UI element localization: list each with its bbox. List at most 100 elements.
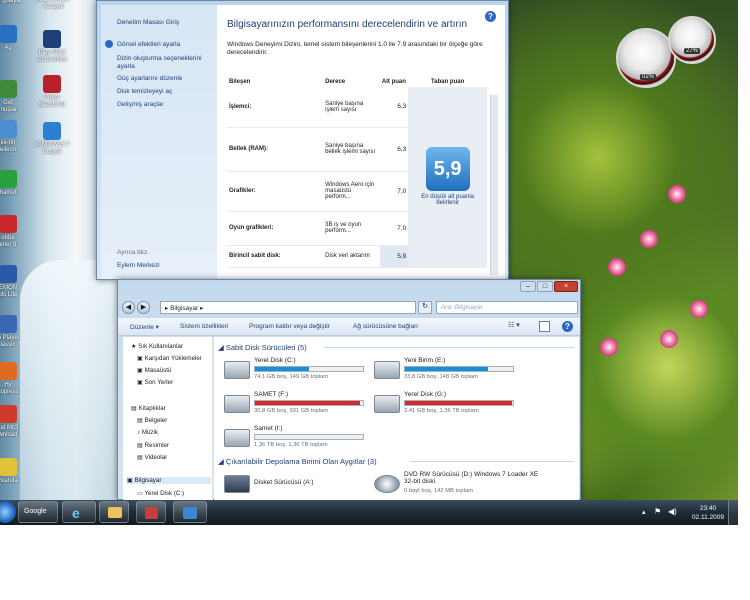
desktop-icon[interactable]: WINDOWS 7 Kopyal <box>22 122 82 156</box>
nav-pictures[interactable]: ▤ Resimler <box>137 442 169 449</box>
app-icon <box>0 362 17 380</box>
flower <box>660 330 678 348</box>
app-icon <box>0 25 17 43</box>
help-icon[interactable]: ? <box>562 321 573 332</box>
nav-computer[interactable]: ▣ Bilgisayar <box>127 477 211 484</box>
maximize-button[interactable]: □ <box>537 281 553 292</box>
taskbar-app-icon[interactable] <box>136 501 166 523</box>
desktop-icon[interactable]: ia Player lassic <box>0 315 38 349</box>
forward-button[interactable]: ▶ <box>137 301 150 314</box>
nav-favorites[interactable]: ★ Sık Kullanılanlar <box>131 343 183 350</box>
hard-drive-icon <box>374 395 400 413</box>
column-header: Taban puan <box>431 79 465 85</box>
address-bar[interactable]: ▸ Bilgisayar ▸ <box>160 301 416 314</box>
preview-pane-icon[interactable] <box>539 321 550 332</box>
action-center-link[interactable]: Eylem Merkezi <box>117 262 215 270</box>
page-title: Bilgisayarınızın performansını derecelen… <box>227 19 468 30</box>
desktop-icon[interactable]: zkarula <box>0 458 38 485</box>
column-header: Alt puan <box>381 79 406 85</box>
view-options-icon[interactable]: ☷ ▾ <box>508 321 528 332</box>
taskbar-clock[interactable]: 23:40 02.11.2009 <box>692 504 724 522</box>
base-score-badge: 5,9 <box>425 147 470 192</box>
desktop-icon[interactable]: Hy copress <box>0 362 38 396</box>
minimize-button[interactable]: – <box>520 281 536 292</box>
nav-link-visual-effects[interactable]: Görsel efektleri ayarla <box>117 41 215 49</box>
desktop-icon[interactable]: obbe erler 9 <box>0 215 38 249</box>
drive-item[interactable]: Samet (I:) 1,36 TB boş, 1,36 TB toplam <box>224 425 364 455</box>
drive-item[interactable]: SAMET (F:) 30,8 GB boş, 931 GB toplam <box>224 391 364 421</box>
tray-arrow-icon[interactable]: ▴ <box>642 508 646 516</box>
taskbar-google[interactable]: Google <box>18 501 58 523</box>
show-desktop-button[interactable] <box>728 500 738 525</box>
usage-fill <box>405 401 512 405</box>
desktop-icon[interactable]: Poker Standcher <box>22 75 82 109</box>
score-table: Bileşen Derece Alt puan Taban puan İşlem… <box>227 77 487 268</box>
usage-fill <box>255 367 309 371</box>
uninstall-program-button[interactable]: Program kaldır veya değiştir <box>249 323 330 330</box>
app-icon <box>0 265 17 283</box>
nav-libraries[interactable]: ▤ Kitaplıklar <box>131 405 166 412</box>
control-panel-home-link[interactable]: Denetim Masası Giriş <box>117 19 215 27</box>
system-properties-button[interactable]: Sistem özellikleri <box>180 323 228 330</box>
vertical-scrollbar[interactable] <box>490 95 498 275</box>
ram-meter-gadget[interactable]: 27% <box>668 16 716 64</box>
taskbar-explorer-icon[interactable] <box>99 501 129 523</box>
taskbar-ie-icon[interactable]: e <box>62 501 96 523</box>
floppy-icon <box>224 475 250 493</box>
group-removable[interactable]: ◢ Çıkarılabilir Depolama Birimi Olan Ayg… <box>218 457 377 466</box>
help-icon[interactable]: ? <box>485 11 496 22</box>
app-icon <box>0 405 17 423</box>
usage-fill <box>405 367 489 371</box>
desktop-icon[interactable]: hamet <box>0 170 38 197</box>
back-button[interactable]: ◀ <box>122 301 135 314</box>
start-button[interactable] <box>0 501 16 523</box>
usage-bar <box>404 400 514 406</box>
taskbar-control-panel-icon[interactable] <box>173 501 207 523</box>
nav-desktop[interactable]: ▣ Masaüstü <box>137 367 171 374</box>
nav-link-power[interactable]: Güç ayarlarını düzenle <box>117 75 215 83</box>
usage-bar <box>254 366 364 372</box>
drive-item[interactable]: DVD RW Sürücüsü (D:) Windows 7 Loader XE… <box>374 471 574 501</box>
navigation-pane: ★ Sık Kullanılanlar ▣ Karşıdan Yüklemele… <box>123 337 213 500</box>
table-row: İşlemci: Saniye başına işlem sayısı 6,3 … <box>227 87 487 268</box>
usage-bar <box>254 400 364 406</box>
drive-item[interactable]: Yerel Disk (G:) 3,41 GB boş, 1,36 TB top… <box>374 391 514 421</box>
nav-documents[interactable]: ▤ Belgeler <box>137 417 167 424</box>
flower <box>600 338 618 356</box>
map-network-drive-button[interactable]: Ağ sürücüsüne bağlan <box>353 323 418 330</box>
usage-bar <box>404 366 514 372</box>
window-caption-buttons: – □ × <box>520 281 578 294</box>
nav-videos[interactable]: ▤ Videolar <box>137 454 167 461</box>
hard-drive-icon <box>374 361 400 379</box>
flower <box>668 185 686 203</box>
nav-recent-places[interactable]: ▣ Son Yerler <box>137 379 173 386</box>
desktop-icon[interactable]: Play 0512 Convertkisi <box>22 30 82 64</box>
refresh-button[interactable]: ↻ <box>418 301 432 314</box>
nav-link-advanced-tools[interactable]: Gelişmiş araçlar <box>117 101 215 109</box>
app-icon <box>43 75 61 93</box>
desktop-icon[interactable]: oreamstream - Kisayol <box>22 0 82 11</box>
drive-item[interactable]: Yeni Birim (E:) 33,8 GB boş, 148 GB topl… <box>374 357 514 387</box>
app-icon <box>0 120 17 138</box>
nav-link-disk-cleanup[interactable]: Disk temizleyeyi aç <box>117 88 215 96</box>
volume-icon[interactable]: ◀) <box>668 507 677 516</box>
drive-item[interactable]: Disket Sürücüsü (A:) <box>224 471 364 501</box>
cpu-meter-gadget[interactable]: 02% <box>616 28 676 88</box>
action-center-flag-icon[interactable]: ⚑ <box>654 507 661 516</box>
desktop-icon[interactable]: kel Mc3 wnload <box>0 405 38 439</box>
nav-downloads[interactable]: ▣ Karşıdan Yüklemeler <box>137 355 202 362</box>
column-header: Bileşen <box>229 79 251 85</box>
search-input[interactable]: Ara: Bilgisayar <box>436 301 578 314</box>
group-hard-disks[interactable]: ◢ Sabit Disk Sürücüleri (5) <box>218 343 307 352</box>
desktop-icon[interactable]: EMON ols Lite <box>0 265 38 299</box>
nav-local-disk-c[interactable]: ▭ Yerel Disk (C:) <box>137 490 184 497</box>
performance-main-pane: ? Bilgisayarınızın performansını derecel… <box>217 5 505 279</box>
organize-button[interactable]: Düzenle ▾ <box>130 323 159 331</box>
group-divider <box>324 347 574 348</box>
nav-link-indexing[interactable]: Dizin oluşturma seçeneklerini ayarla <box>117 55 215 71</box>
close-button[interactable]: × <box>554 281 578 292</box>
drive-item[interactable]: Yerel Disk (C:) 74,1 GB boş, 149 GB topl… <box>224 357 364 387</box>
performance-nav-pane: Denetim Masası Giriş Görsel efektleri ay… <box>101 5 217 279</box>
performance-window: Denetim Masası Giriş Görsel efektleri ay… <box>96 0 509 280</box>
nav-music[interactable]: ♪ Müzik <box>137 429 158 436</box>
